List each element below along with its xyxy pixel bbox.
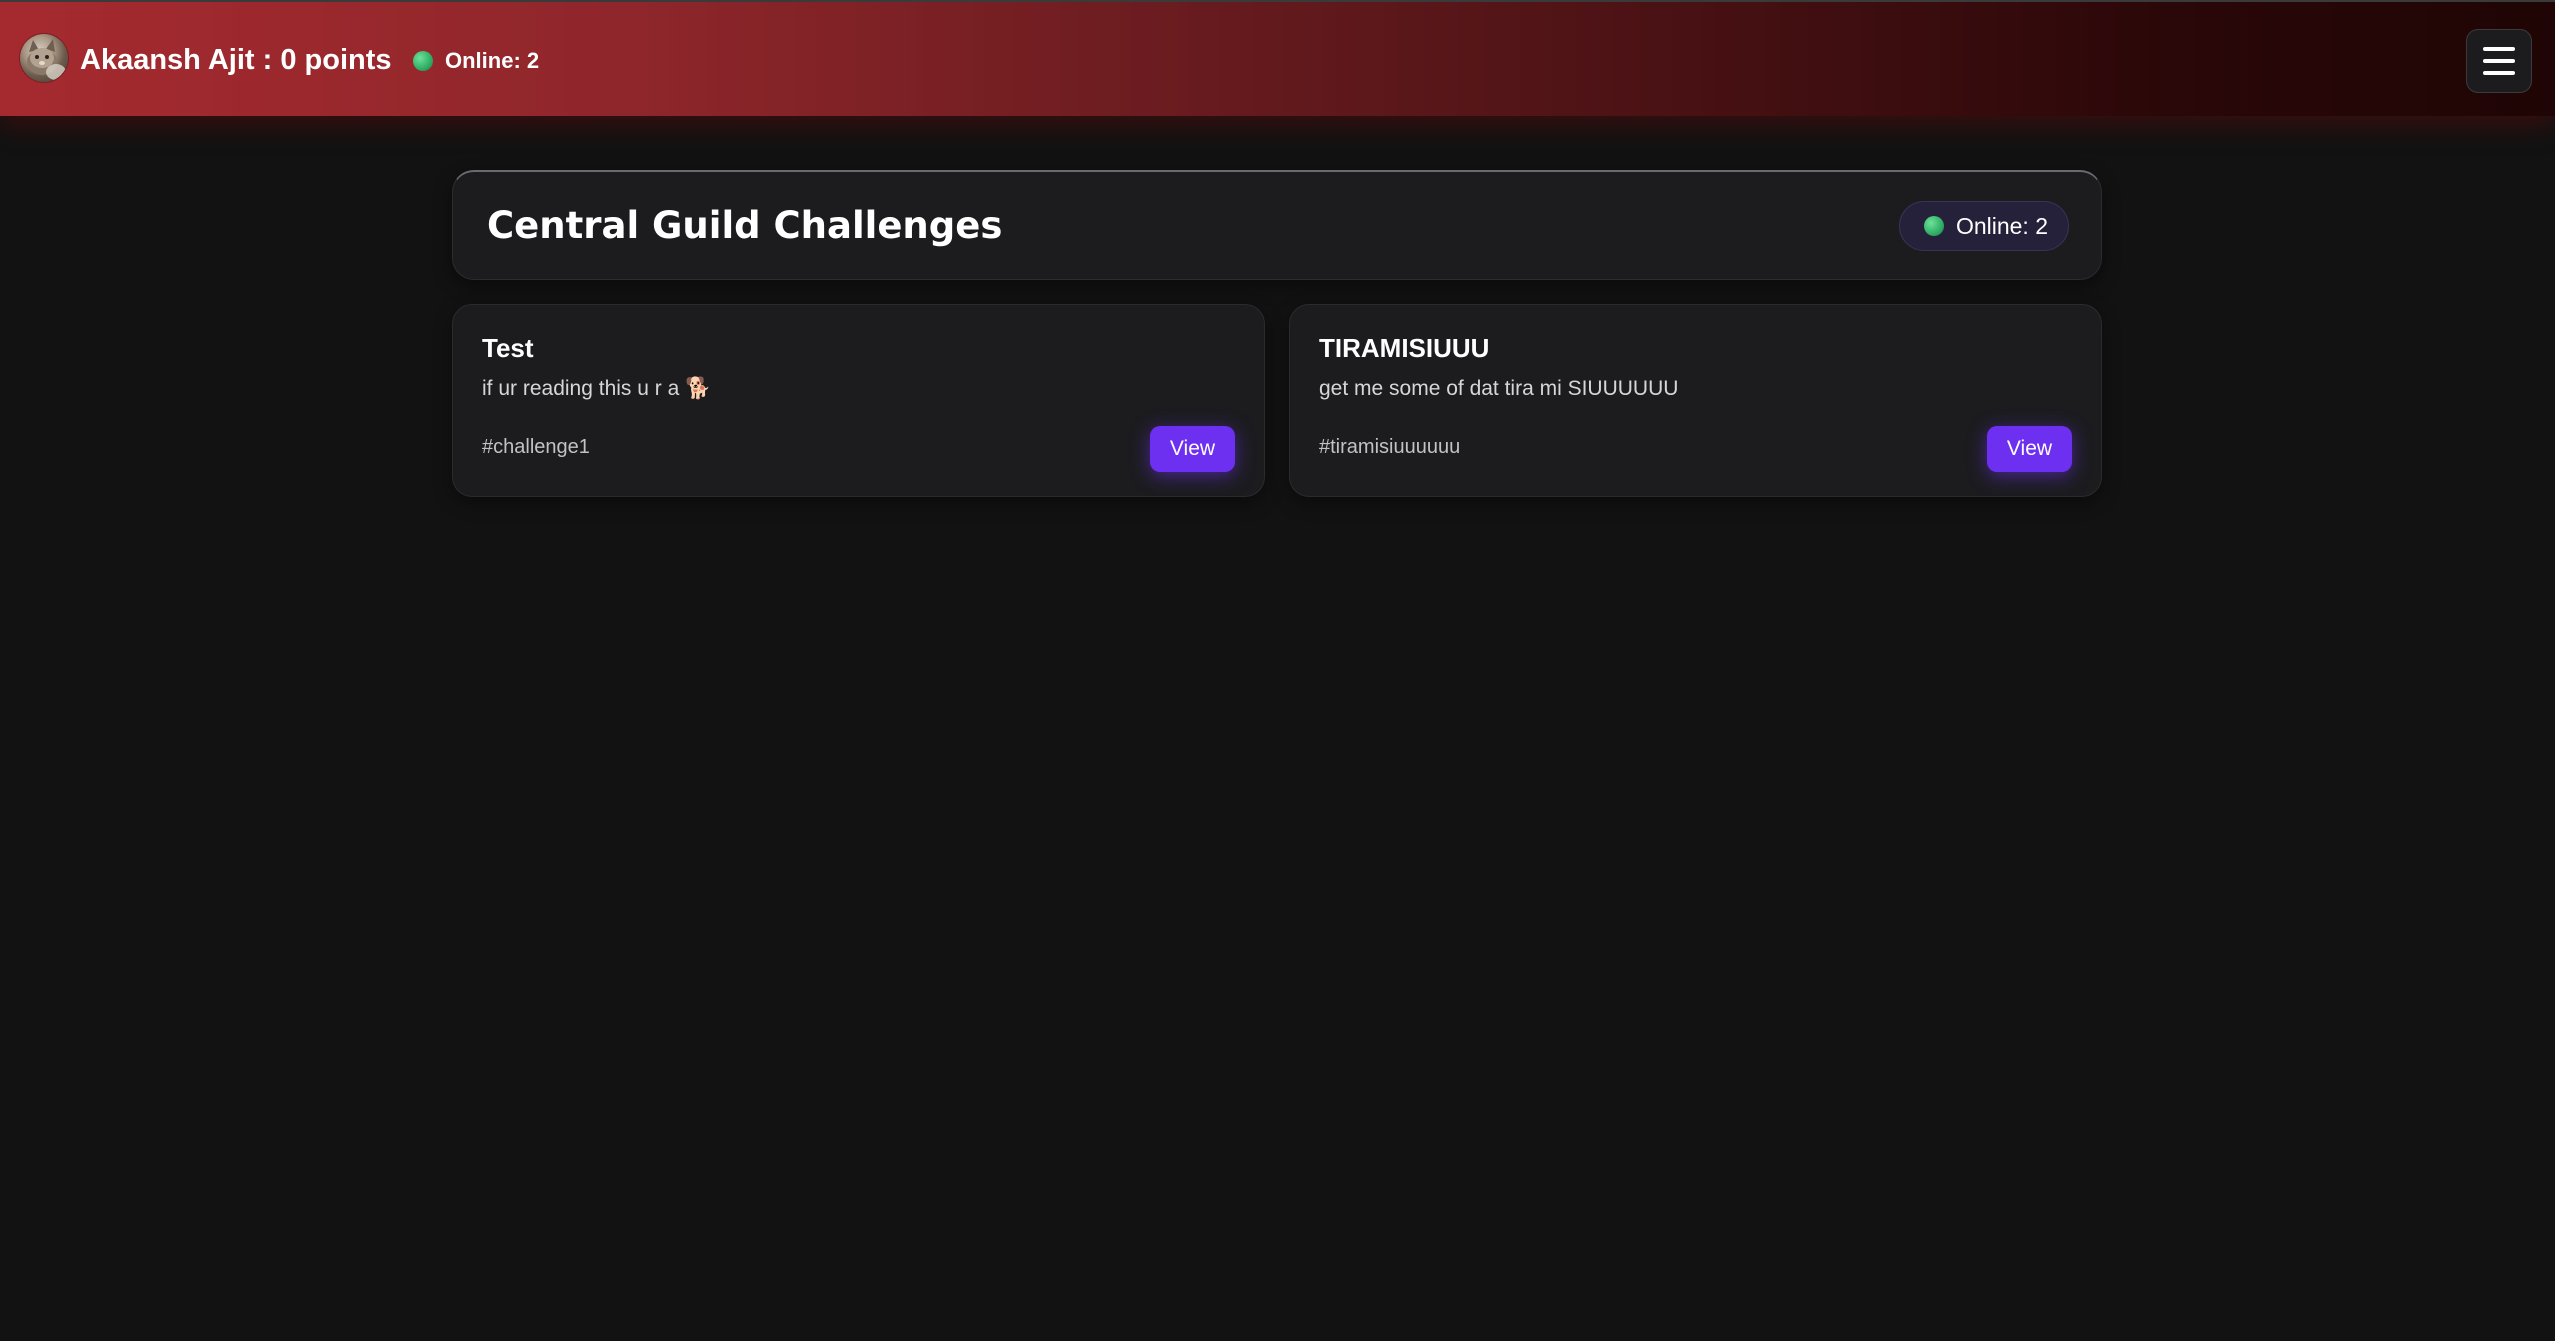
challenge-card: Test if ur reading this u r a 🐕 #challen…: [452, 304, 1265, 497]
menu-button[interactable]: [2466, 29, 2532, 93]
hamburger-menu-icon: [2483, 71, 2515, 75]
cat-avatar-icon: [27, 39, 66, 80]
online-badge-label: Online: 2: [1955, 212, 2048, 239]
challenge-card: TIRAMISIUUU get me some of dat tira mi S…: [1289, 304, 2102, 497]
challenge-description: get me some of dat tira mi SIUUUUUU: [1319, 377, 1679, 400]
challenge-description: if ur reading this u r a 🐕: [482, 377, 712, 400]
online-status-dot-icon: [413, 51, 433, 71]
view-challenge-button[interactable]: View: [1987, 426, 2072, 472]
hamburger-menu-icon: [2483, 59, 2515, 63]
challenge-tag: #tiramisiuuuuuu: [1319, 436, 1461, 458]
challenge-title: TIRAMISIUUU: [1319, 333, 1490, 363]
challenges-header-panel: Central Guild Challenges Online: 2: [452, 170, 2102, 280]
hamburger-menu-icon: [2483, 47, 2515, 51]
online-indicator: Online: 2: [413, 48, 539, 74]
user-avatar[interactable]: [20, 34, 68, 82]
user-points-title: Akaansh Ajit : 0 points: [80, 44, 392, 76]
top-bar: Akaansh Ajit : 0 points Online: 2: [0, 0, 2555, 116]
view-challenge-button[interactable]: View: [1150, 426, 1235, 472]
challenge-tag: #challenge1: [482, 436, 590, 458]
challenge-title: Test: [482, 333, 534, 363]
page-title: Central Guild Challenges: [487, 204, 1003, 247]
online-status-dot-icon: [1923, 216, 1944, 236]
online-badge: Online: 2: [1898, 201, 2069, 251]
online-count-label: Online: 2: [445, 48, 540, 73]
